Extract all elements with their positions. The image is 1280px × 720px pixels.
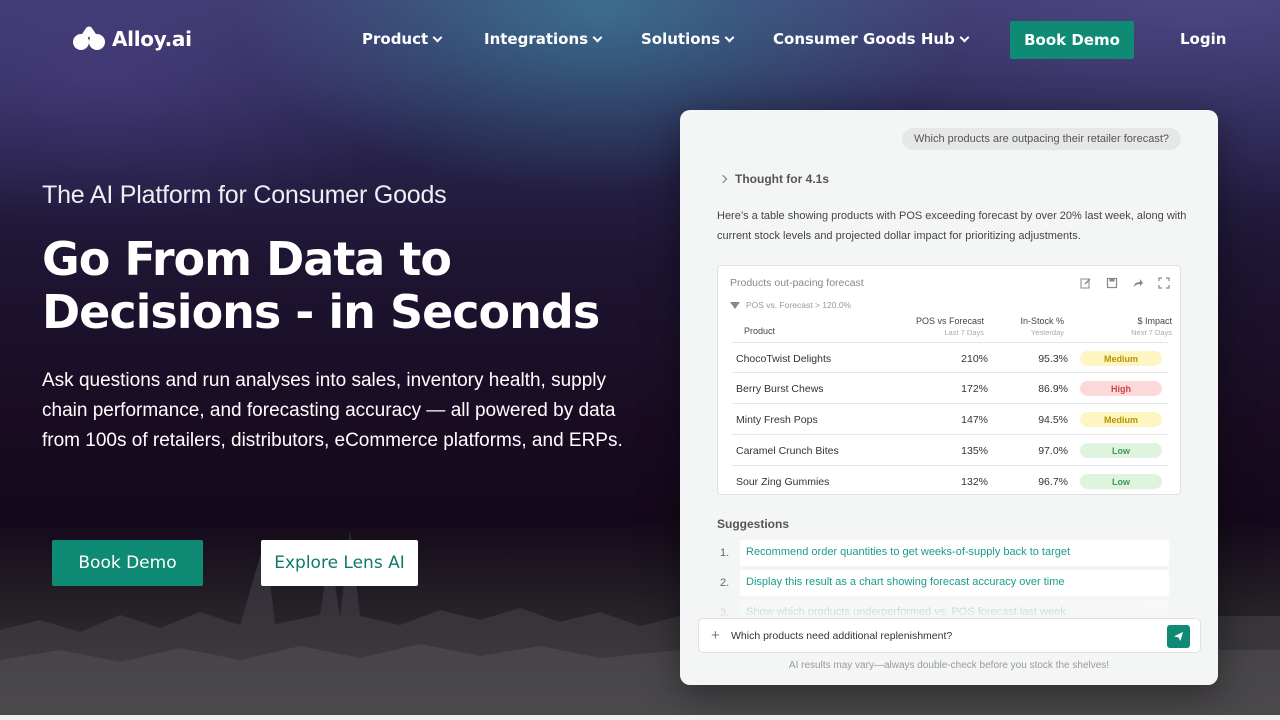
chevron-down-icon: [959, 32, 970, 42]
col-header-sub: Next 7 Days: [1131, 328, 1172, 337]
impact-badge: Medium: [1080, 412, 1162, 427]
table-filter: POS vs. Forecast > 120.0%: [730, 300, 851, 310]
col-header-label: In-Stock %: [1020, 316, 1064, 326]
table-row[interactable]: Minty Fresh Pops 147% 94.5% Medium: [732, 404, 1168, 435]
chat-input[interactable]: Which products need additional replenish…: [731, 630, 952, 642]
expand-icon[interactable]: [1158, 276, 1170, 289]
suggestions-title: Suggestions: [717, 517, 790, 531]
impact-badge: Medium: [1080, 351, 1162, 366]
cell-stock: 97.0%: [1038, 445, 1068, 457]
col-header-product: Product: [744, 326, 776, 336]
hero-subtext: Ask questions and run analyses into sale…: [42, 370, 623, 451]
suggestion-text[interactable]: Display this result as a chart showing f…: [740, 570, 1169, 596]
cell-stock: 96.7%: [1038, 476, 1068, 488]
impact-badge: High: [1080, 381, 1162, 396]
results-table-card: Products out-pacing forecast POS vs. For…: [717, 265, 1181, 495]
table-toolbar: [1080, 276, 1170, 289]
nav-item-label: Product: [362, 30, 429, 48]
hero-eyebrow: The AI Platform for Consumer Goods: [42, 181, 447, 209]
cell-product: Minty Fresh Pops: [736, 414, 818, 426]
book-demo-button[interactable]: Book Demo: [52, 540, 203, 586]
edit-icon[interactable]: [1080, 276, 1092, 289]
col-header-label: POS vs Forecast: [915, 316, 984, 326]
nav-item-label: Integrations: [484, 30, 589, 48]
cell-stock: 94.5%: [1038, 414, 1068, 426]
col-header-pos: POS vs Forecast Last 7 Days: [916, 316, 984, 338]
col-header-stock: In-Stock % Yesterday: [1020, 316, 1064, 338]
chevron-down-icon: [724, 32, 735, 42]
table-row[interactable]: Caramel Crunch Bites 135% 97.0% Low: [732, 435, 1168, 466]
hero-headline: Go From Data to Decisions - in Seconds: [42, 232, 600, 339]
cell-stock: 86.9%: [1038, 383, 1068, 395]
cell-product: ChocoTwist Delights: [736, 353, 832, 365]
col-header-sub: Last 7 Days: [944, 328, 984, 337]
alloy-logo-icon: [73, 26, 105, 50]
explore-lens-ai-button[interactable]: Explore Lens AI: [261, 540, 418, 586]
login-link[interactable]: Login: [1180, 30, 1226, 48]
logo-text: Alloy.ai: [112, 27, 192, 51]
ai-chat-panel: Which products are outpacing their retai…: [680, 110, 1218, 685]
thought-toggle[interactable]: Thought for 4.1s: [718, 172, 829, 186]
chevron-down-icon: [592, 32, 603, 42]
table-row[interactable]: Berry Burst Chews 172% 86.9% High: [732, 373, 1168, 404]
logo[interactable]: Alloy.ai: [72, 26, 192, 52]
suggestion-number: 1.: [720, 547, 730, 559]
send-button[interactable]: [1167, 625, 1190, 648]
table-row[interactable]: ChocoTwist Delights 210% 95.3% Medium: [732, 342, 1168, 373]
share-icon[interactable]: [1132, 276, 1144, 288]
cell-pos: 147%: [961, 414, 988, 426]
suggestion-number: 2.: [720, 577, 730, 589]
nav-item-integrations[interactable]: Integrations: [484, 30, 603, 48]
cell-pos: 135%: [961, 445, 988, 457]
send-icon: [1173, 631, 1184, 642]
cell-pos: 132%: [961, 476, 988, 488]
bottom-divider: [0, 715, 1280, 720]
chat-input-bar: + Which products need additional repleni…: [698, 618, 1201, 653]
cell-pos: 210%: [961, 353, 988, 365]
table-row[interactable]: Sour Zing Gummies 132% 96.7% Low: [732, 466, 1168, 497]
save-icon[interactable]: [1106, 276, 1118, 289]
col-header-label: $ Impact: [1137, 316, 1172, 326]
impact-badge: Low: [1080, 474, 1162, 489]
suggestion-item[interactable]: 1. Recommend order quantities to get wee…: [720, 540, 1169, 566]
suggestion-item[interactable]: 2. Display this result as a chart showin…: [720, 570, 1169, 596]
chevron-right-icon: [718, 174, 728, 184]
col-header-impact: $ Impact Next 7 Days: [1131, 316, 1172, 338]
nav-item-product[interactable]: Product: [362, 30, 443, 48]
cell-product: Caramel Crunch Bites: [736, 445, 839, 457]
filter-label: POS vs. Forecast > 120.0%: [746, 300, 852, 310]
top-nav: Alloy.ai Product Integrations Solutions …: [0, 0, 1280, 80]
cell-pos: 172%: [961, 383, 988, 395]
col-header-sub: Yesterday: [1030, 328, 1064, 337]
cell-product: Berry Burst Chews: [736, 383, 824, 395]
nav-item-label: Consumer Goods Hub: [773, 30, 955, 48]
disclaimer: AI results may vary—always double-check …: [788, 660, 1110, 671]
suggestion-text[interactable]: Recommend order quantities to get weeks-…: [740, 540, 1169, 566]
cell-product: Sour Zing Gummies: [736, 476, 830, 488]
table-title: Products out-pacing forecast: [730, 277, 864, 289]
nav-item-solutions[interactable]: Solutions: [641, 30, 735, 48]
user-question-bubble: Which products are outpacing their retai…: [902, 128, 1181, 150]
thought-label: Thought for 4.1s: [735, 172, 829, 186]
nav-book-demo-button[interactable]: Book Demo: [1010, 21, 1134, 59]
nav-item-label: Solutions: [641, 30, 721, 48]
ai-answer-text: Here’s a table showing products with POS…: [717, 210, 1187, 242]
nav-item-consumer-goods-hub[interactable]: Consumer Goods Hub: [773, 30, 970, 48]
plus-icon[interactable]: +: [711, 627, 720, 644]
filter-icon: [730, 301, 740, 309]
chevron-down-icon: [432, 32, 443, 42]
impact-badge: Low: [1080, 443, 1162, 458]
cell-stock: 95.3%: [1038, 353, 1068, 365]
